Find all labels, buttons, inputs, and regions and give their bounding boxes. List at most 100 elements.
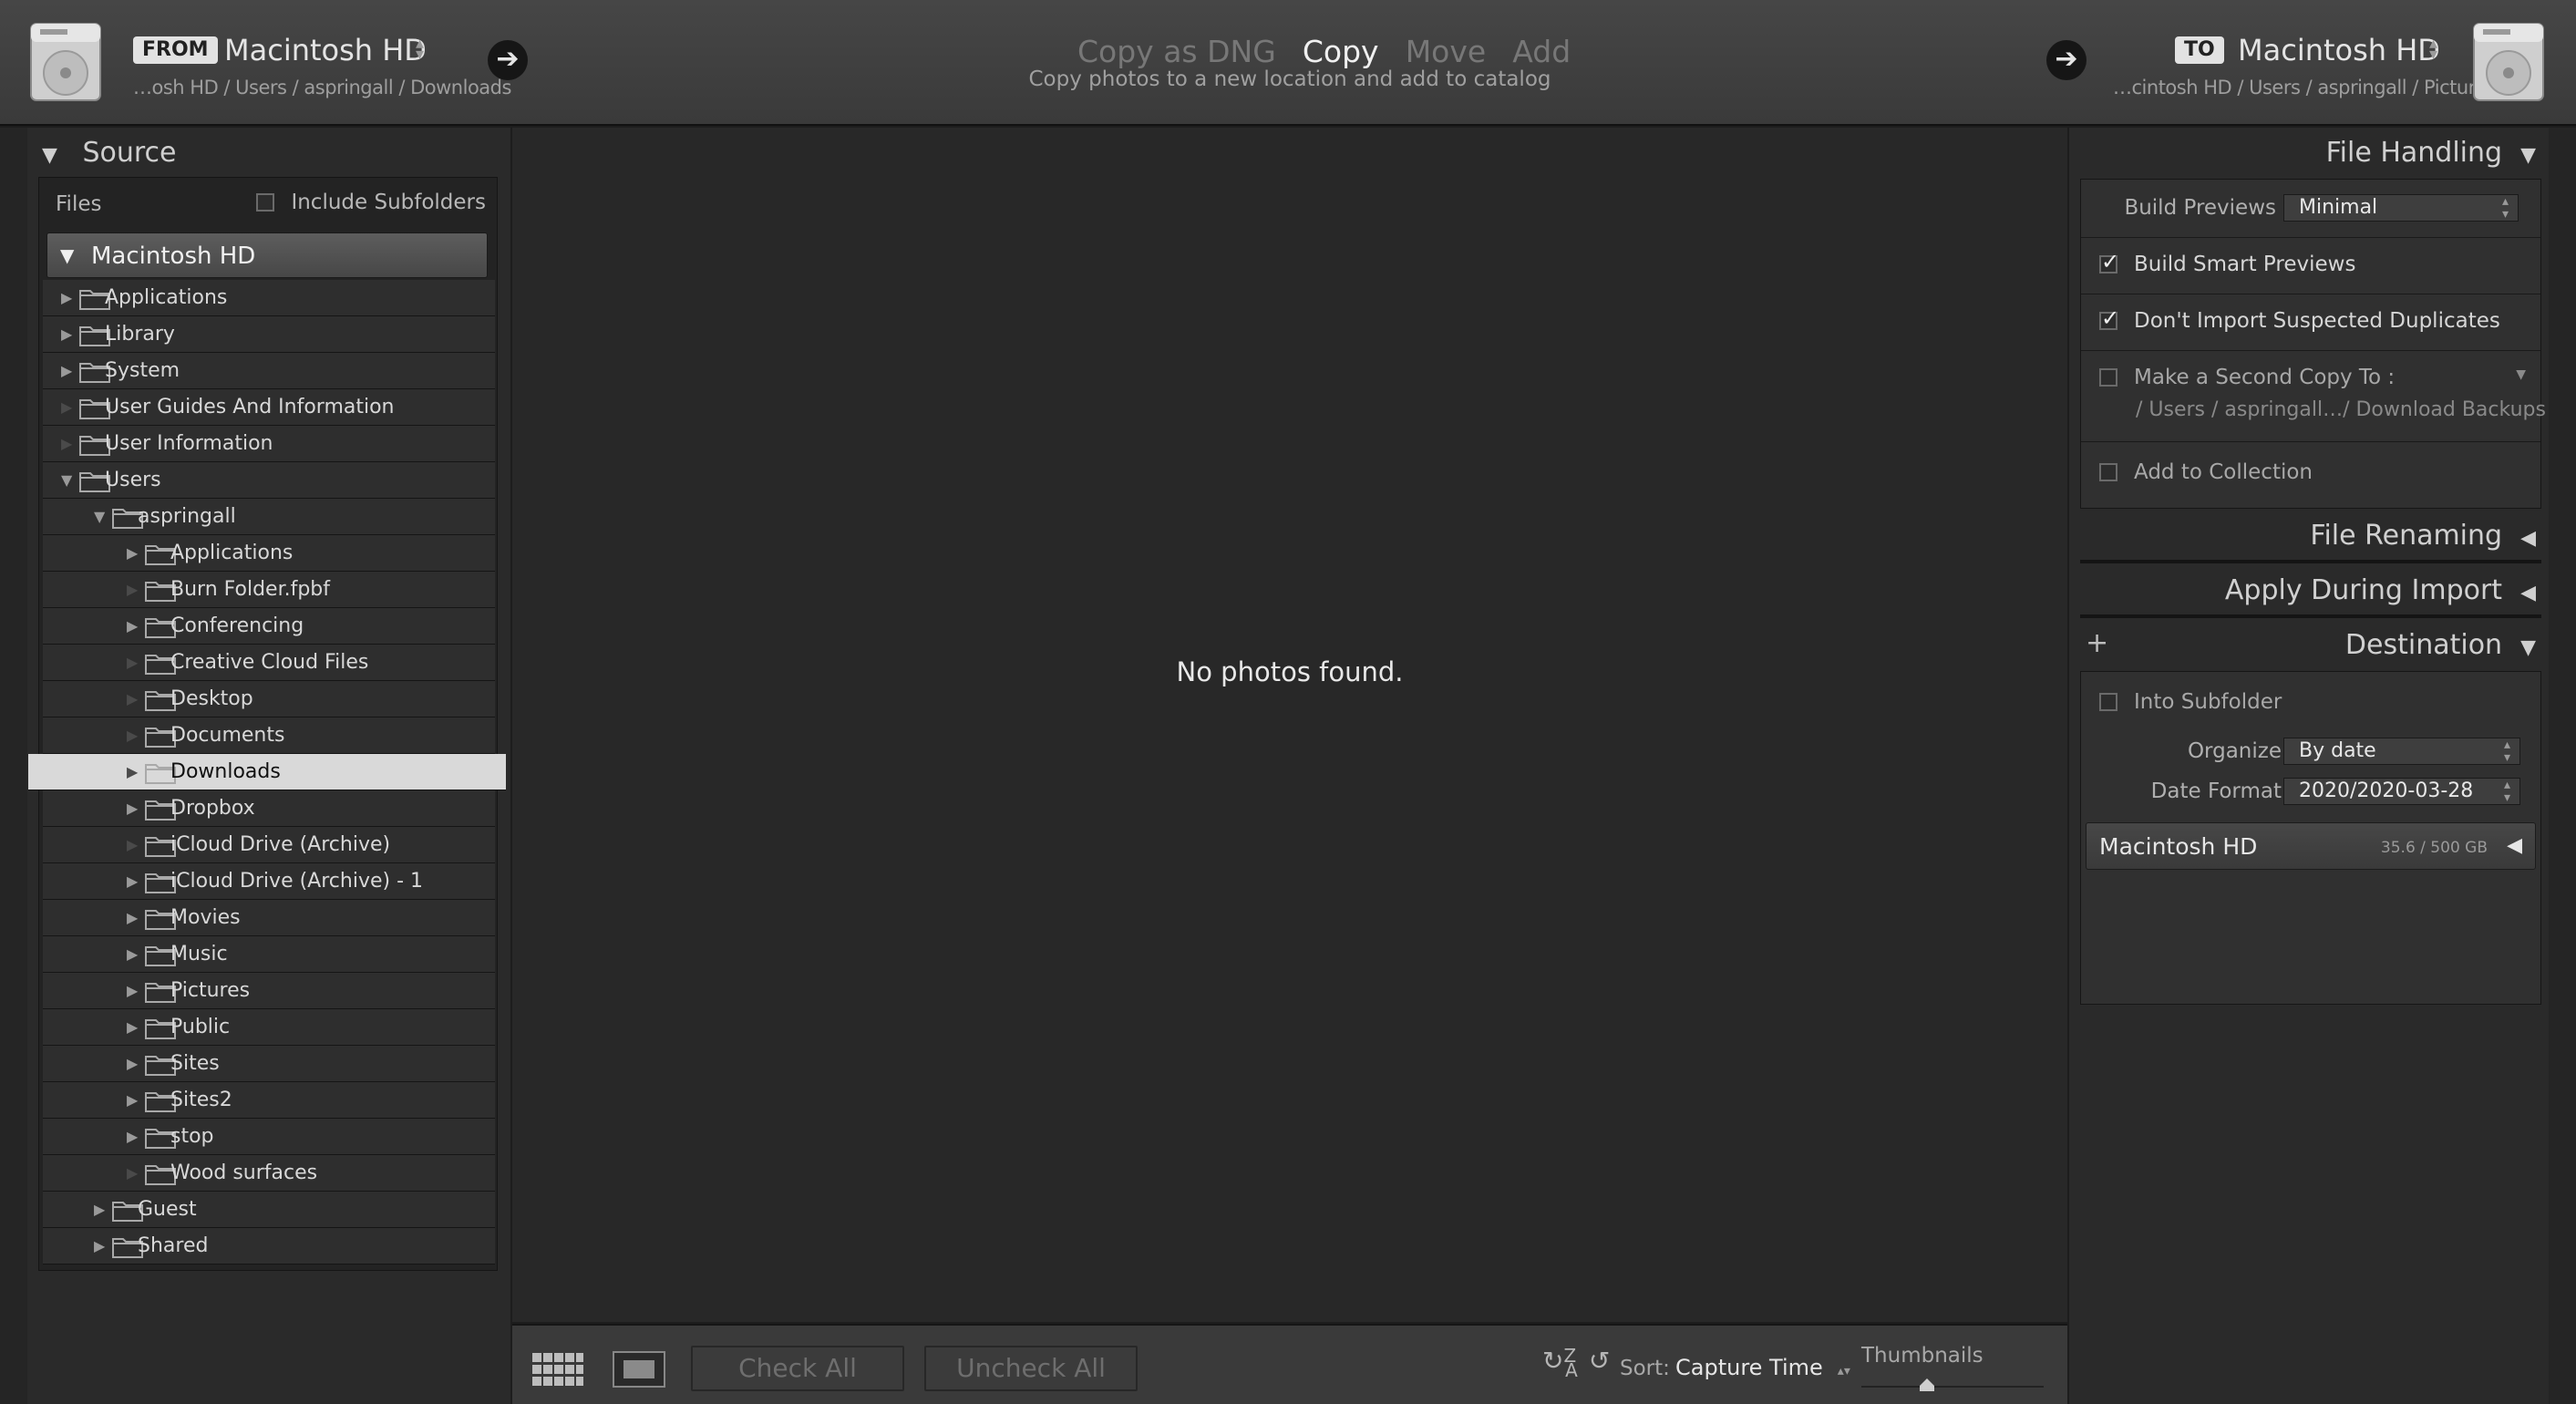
collapsed-triangle-icon[interactable]: ▶ [127, 800, 143, 817]
check-all-button[interactable]: Check All [691, 1346, 904, 1391]
tree-row-applications[interactable]: ▶ Applications [43, 535, 495, 572]
collapsed-triangle-icon[interactable]: ▶ [61, 362, 77, 379]
import-header: FROM Macintosh HD ▴ ▾ …osh HD / Users / a… [0, 0, 2576, 126]
collapsed-triangle-icon[interactable]: ▶ [127, 982, 143, 999]
mode-move[interactable]: Move [1406, 33, 1487, 71]
tree-row-conferencing[interactable]: ▶ Conferencing [43, 608, 495, 645]
include-subfolders-check-icon[interactable] [256, 193, 275, 212]
to-hard-drive-icon[interactable] [2470, 20, 2547, 104]
destination-disk-row[interactable]: Macintosh HD 35.6 / 500 GB ◀ [2086, 822, 2536, 870]
tree-row-label: Sites [170, 1052, 220, 1075]
include-subfolders-checkbox[interactable]: Include Subfolders [256, 191, 486, 214]
from-volume-updown-icon[interactable]: ▴ ▾ [416, 36, 424, 63]
second-copy-checkbox[interactable] [2099, 368, 2117, 387]
photo-grid[interactable]: No photos found. [512, 128, 2067, 1322]
tree-row-documents[interactable]: ▶ Documents [43, 717, 495, 754]
tree-row-icloud-drive-archive-1[interactable]: ▶ iCloud Drive (Archive) - 1 [43, 863, 495, 900]
sort-updown-icon[interactable]: ▴▾ [1838, 1364, 1850, 1378]
second-copy-dropdown-icon[interactable]: ▼ [2516, 367, 2526, 382]
mode-add[interactable]: Add [1512, 33, 1571, 71]
expand-triangle-icon[interactable]: ▼ [2520, 144, 2536, 167]
tree-row-dropbox[interactable]: ▶ Dropbox [43, 790, 495, 827]
build-previews-label: Build Previews [2124, 196, 2276, 220]
thumbnail-size-slider[interactable] [1861, 1378, 2044, 1391]
add-to-collection-checkbox[interactable] [2099, 463, 2117, 481]
second-copy-row[interactable]: Make a Second Copy To : ▼ / Users / aspr… [2081, 351, 2546, 442]
build-previews-select[interactable]: Minimal ▴ ▾ [2283, 194, 2519, 222]
destination-disk-triangle-icon[interactable]: ◀ [2507, 834, 2522, 857]
collapsed-triangle-icon[interactable]: ▶ [127, 872, 143, 890]
collapsed-triangle-icon[interactable]: ◀ [2520, 582, 2536, 604]
dont-import-duplicates-row[interactable]: Don't Import Suspected Duplicates [2081, 294, 2540, 351]
collapsed-triangle-icon: ▶ [127, 581, 139, 598]
tree-row-wood-surfaces[interactable]: ▶ Wood surfaces [43, 1155, 495, 1192]
tree-row-icloud-drive-archive-[interactable]: ▶ iCloud Drive (Archive) [43, 827, 495, 863]
tree-row-downloads[interactable]: ▶ Downloads [28, 754, 506, 790]
from-volume-selector[interactable]: Macintosh HD [224, 32, 427, 68]
file-handling-header[interactable]: File Handling ▼ [2326, 137, 2536, 169]
slider-knob-icon[interactable] [1920, 1378, 1934, 1391]
tree-row-user-information[interactable]: ▶ User Information [43, 426, 495, 462]
expanded-triangle-icon[interactable]: ▼ [61, 471, 77, 489]
tree-row-guest[interactable]: ▶ Guest [43, 1192, 495, 1228]
collapsed-triangle-icon[interactable]: ▶ [94, 1237, 110, 1254]
file-renaming-header[interactable]: File Renaming ◀ [2310, 520, 2536, 552]
collapsed-triangle-icon[interactable]: ▶ [127, 1128, 143, 1145]
into-subfolder-checkbox[interactable] [2099, 693, 2117, 711]
source-header[interactable]: ▼ Source [42, 137, 177, 169]
organize-select[interactable]: By date ▴ ▾ [2283, 738, 2520, 765]
tree-row-desktop[interactable]: ▶ Desktop [43, 681, 495, 717]
collapsed-triangle-icon[interactable]: ▶ [127, 1018, 143, 1036]
to-volume-updown-icon[interactable]: ▴ ▾ [2429, 36, 2437, 63]
build-smart-previews-row[interactable]: Build Smart Previews [2081, 238, 2540, 294]
add-destination-icon[interactable]: + [2086, 627, 2108, 659]
tree-row-pictures[interactable]: ▶ Pictures [43, 973, 495, 1009]
collapsed-triangle-icon[interactable]: ◀ [2520, 527, 2536, 550]
dont-import-duplicates-checkbox[interactable] [2099, 305, 2119, 331]
tree-row-sites[interactable]: ▶ Sites [43, 1046, 495, 1082]
uncheck-all-button[interactable]: Uncheck All [924, 1346, 1138, 1391]
disk-triangle-icon[interactable]: ▼ [60, 244, 74, 266]
tree-row-public[interactable]: ▶ Public [43, 1009, 495, 1046]
source-disk-row[interactable]: ▼ Macintosh HD [46, 232, 488, 278]
date-format-select[interactable]: 2020/2020-03-28 ▴ ▾ [2283, 778, 2520, 805]
collapsed-triangle-icon[interactable]: ▶ [127, 1091, 143, 1109]
tree-row-user-guides-and-information[interactable]: ▶ User Guides And Information [43, 389, 495, 426]
expanded-triangle-icon[interactable]: ▼ [94, 508, 110, 525]
tree-row-system[interactable]: ▶ System [43, 353, 495, 389]
collapse-triangle-icon[interactable]: ▼ [42, 144, 57, 167]
tree-row-shared[interactable]: ▶ Shared [43, 1228, 495, 1265]
collapsed-triangle-icon[interactable]: ▶ [94, 1201, 110, 1218]
sort-az-icon[interactable]: ↻ZA ↺ [1542, 1345, 1610, 1381]
tree-row-music[interactable]: ▶ Music [43, 936, 495, 973]
tree-row-burn-folder-fpbf[interactable]: ▶ Burn Folder.fpbf [43, 572, 495, 608]
collapsed-triangle-icon[interactable]: ▶ [127, 544, 143, 562]
mode-copy-as-dng[interactable]: Copy as DNG [1077, 33, 1276, 71]
collapsed-triangle-icon[interactable]: ▶ [127, 617, 143, 635]
into-subfolder-row[interactable]: Into Subfolder [2099, 690, 2282, 714]
collapsed-triangle-icon[interactable]: ▶ [61, 325, 77, 343]
to-volume-selector[interactable]: Macintosh HD [2238, 32, 2440, 68]
tree-row-aspringall[interactable]: ▼ aspringall [43, 499, 495, 535]
apply-during-import-header[interactable]: Apply During Import ◀ [2225, 574, 2536, 606]
build-smart-previews-checkbox[interactable] [2099, 249, 2119, 274]
collapsed-triangle-icon[interactable]: ▶ [127, 1055, 143, 1072]
tree-row-library[interactable]: ▶ Library [43, 316, 495, 353]
tree-row-applications[interactable]: ▶ Applications [43, 280, 495, 316]
expand-triangle-icon[interactable]: ▼ [2520, 636, 2536, 659]
tree-row-creative-cloud-files[interactable]: ▶ Creative Cloud Files [43, 645, 495, 681]
destination-header[interactable]: Destination ▼ [2345, 629, 2536, 661]
from-hard-drive-icon[interactable] [27, 20, 104, 104]
tree-row-stop[interactable]: ▶ stop [43, 1119, 495, 1155]
tree-row-sites2[interactable]: ▶ Sites2 [43, 1082, 495, 1119]
mode-copy[interactable]: Copy [1303, 33, 1379, 71]
tree-row-movies[interactable]: ▶ Movies [43, 900, 495, 936]
add-to-collection-row[interactable]: Add to Collection [2081, 442, 2540, 508]
collapsed-triangle-icon[interactable]: ▶ [127, 945, 143, 963]
grid-view-icon[interactable] [531, 1351, 585, 1388]
loupe-view-icon[interactable] [613, 1351, 665, 1388]
collapsed-triangle-icon[interactable]: ▶ [127, 909, 143, 926]
sort-selector[interactable]: Capture Time ▴▾ [1675, 1355, 1850, 1380]
tree-row-users[interactable]: ▼ Users [43, 462, 495, 499]
collapsed-triangle-icon[interactable]: ▶ [61, 289, 77, 306]
